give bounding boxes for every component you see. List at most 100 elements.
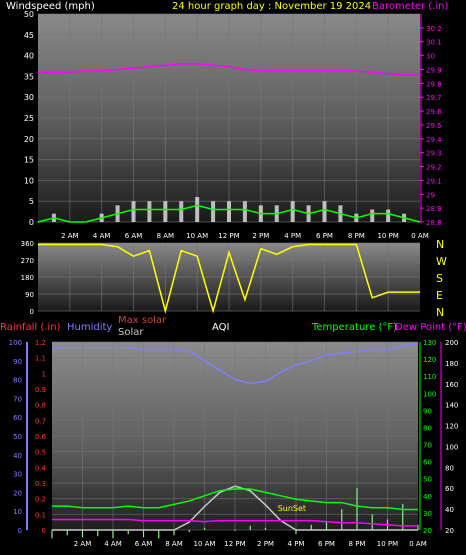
gust-bar	[370, 209, 375, 222]
wind-tick-label: 15	[24, 156, 34, 165]
rain-tick-label: 0.2	[35, 496, 46, 504]
baro-tick-label: 29.4	[426, 136, 442, 144]
time-label-top: 0 AM	[411, 232, 429, 240]
gust-bar	[179, 201, 184, 222]
header-title: 24 hour graph day : November 19 2024	[172, 1, 371, 12]
dir-tick-label: 180	[21, 274, 34, 282]
gust-bar	[242, 201, 247, 222]
gust-bar	[227, 201, 231, 222]
baro-tick-label: 29.3	[426, 150, 442, 158]
time-label-bottom: 8 PM	[349, 540, 366, 548]
temp-tick-label: 60	[423, 459, 432, 467]
humidity-tick-label: 60	[13, 414, 22, 422]
legend-temperature: Temperature (°F)	[311, 322, 397, 333]
compass-w: W	[436, 255, 447, 268]
legend-solar: Solar	[118, 327, 144, 338]
time-label-bottom: 10 AM	[194, 540, 216, 548]
rain-tick-label: 0	[42, 527, 46, 535]
temp-tick-label: 100	[423, 390, 436, 398]
time-label-top: 2 PM	[252, 232, 269, 240]
wind-tick-label: 40	[24, 52, 34, 61]
wind-tick-label: 35	[24, 72, 34, 81]
legend-rainfall: Rainfall (.in)	[0, 322, 61, 333]
baro-tick-label: 29.7	[426, 94, 442, 102]
rain-tick-label: 0.5	[35, 449, 46, 457]
baro-tick-label: 29	[426, 191, 435, 199]
header-right-label: Barometer (.in)	[372, 1, 448, 12]
temp-tick-label: 90	[423, 407, 432, 415]
weather-graph: Windspeed (mph) 24 hour graph day : Nove…	[0, 1, 466, 548]
time-label-top: 10 PM	[377, 232, 398, 240]
temp-tick-label: 110	[423, 373, 436, 381]
time-label-bottom: 10 PM	[377, 540, 398, 548]
humidity-tick-label: 0	[18, 527, 22, 535]
rain-tick-label: 0.7	[35, 417, 46, 425]
gust-bar	[290, 201, 295, 222]
temp-tick-label: 80	[423, 424, 432, 432]
rain-tick-label: 0.1	[35, 511, 46, 519]
dew-tick-label: 200	[445, 339, 458, 347]
humidity-tick-label: 10	[13, 508, 22, 516]
temp-tick-label: 130	[423, 339, 436, 347]
wind-tick-label: 10	[24, 176, 34, 185]
dew-tick-label: 180	[445, 360, 458, 368]
time-label-bottom: 2 PM	[257, 540, 274, 548]
gust-bar	[386, 209, 391, 222]
gust-bar	[131, 201, 136, 222]
humidity-tick-label: 80	[13, 377, 22, 385]
humidity-tick-label: 90	[13, 358, 22, 366]
time-label-bottom: 2 AM	[74, 540, 92, 548]
rain-tick-label: 0.6	[35, 433, 47, 441]
temp-tick-label: 50	[423, 476, 432, 484]
humidity-tick-label: 70	[13, 395, 22, 403]
time-label-bottom: 6 PM	[318, 540, 335, 548]
compass-s: S	[436, 272, 443, 285]
dir-tick-label: 360	[21, 240, 34, 248]
wind-tick-label: 45	[24, 31, 34, 40]
rain-tick-label: 0.8	[35, 402, 46, 410]
compass-n-bottom: N	[436, 306, 444, 319]
rain-tick-label: 0.4	[35, 464, 47, 472]
temp-tick-label: 70	[423, 442, 432, 450]
temp-tick-label: 120	[423, 356, 436, 364]
baro-tick-label: 30	[426, 53, 435, 61]
time-label-top: 4 AM	[93, 232, 111, 240]
time-label-top: 6 PM	[316, 232, 333, 240]
baro-tick-label: 29.6	[426, 108, 442, 116]
baro-tick-label: 29.1	[426, 177, 442, 185]
humidity-tick-label: 100	[9, 339, 22, 347]
wind-tick-label: 25	[24, 114, 34, 123]
rain-tick-label: 0.9	[35, 386, 46, 394]
time-label-top: 4 PM	[284, 232, 301, 240]
time-label-bottom: 4 AM	[104, 540, 122, 548]
baro-tick-label: 28.8	[426, 219, 442, 227]
time-label-top: 8 AM	[157, 232, 175, 240]
time-label-top: 12 PM	[218, 232, 239, 240]
dir-tick-label: 270	[21, 257, 34, 265]
temp-tick-label: 30	[423, 510, 432, 518]
legend-dew-point: Dew Point (°F)	[395, 322, 466, 333]
dew-tick-label: 80	[445, 464, 454, 472]
wind-tick-label: 50	[24, 10, 34, 19]
temp-tick-label: 40	[423, 493, 432, 501]
baro-tick-label: 28.9	[426, 205, 442, 213]
wind-tick-label: 20	[24, 135, 34, 144]
baro-tick-label: 29.9	[426, 66, 442, 74]
wind-tick-label: 30	[24, 93, 34, 102]
wind-tick-label: 0	[29, 218, 34, 227]
header-left-label: Windspeed (mph)	[6, 1, 95, 12]
gust-bar	[195, 197, 200, 222]
gust-bar	[211, 201, 216, 222]
rain-tick-label: 1.2	[35, 339, 46, 347]
baro-tick-label: 30.1	[426, 39, 442, 47]
baro-tick-label: 29.8	[426, 80, 442, 88]
humidity-tick-label: 40	[13, 452, 22, 460]
time-label-bottom: 8 AM	[165, 540, 183, 548]
rain-tick-label: 1.1	[35, 355, 46, 363]
dew-tick-label: 160	[445, 381, 458, 389]
time-label-bottom: 4 PM	[288, 540, 305, 548]
dew-tick-label: 60	[445, 485, 454, 493]
wind-tick-label: 5	[29, 197, 34, 206]
humidity-tick-label: 30	[13, 471, 22, 479]
time-label-top: 6 AM	[125, 232, 143, 240]
